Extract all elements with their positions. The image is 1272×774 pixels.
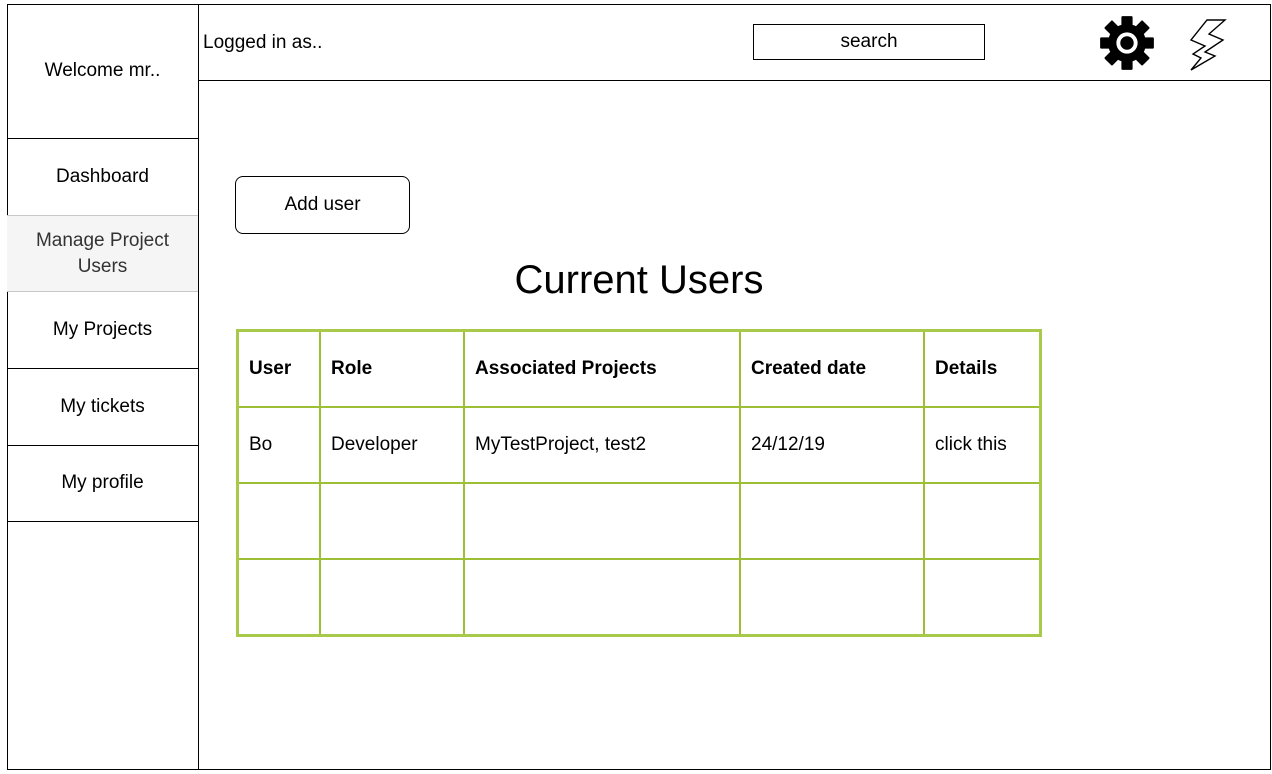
table-header-row: User Role Associated Projects Created da… (236, 329, 1042, 408)
cell-user: Bo (236, 406, 321, 484)
sidebar-item-label: My Projects (52, 319, 153, 341)
cell-user (236, 482, 321, 560)
table-row: Bo Developer MyTestProject, test2 24/12/… (236, 406, 1042, 484)
lightning-icon[interactable] (1185, 18, 1229, 72)
add-user-button[interactable]: Add user (235, 176, 410, 234)
cell-associated-projects (463, 482, 741, 560)
cell-role (319, 482, 465, 560)
cell-user (236, 558, 321, 637)
column-header-associated-projects: Associated Projects (463, 329, 741, 408)
column-header-details: Details (923, 329, 1042, 408)
cell-associated-projects: MyTestProject, test2 (463, 406, 741, 484)
sidebar-item-label: Dashboard (56, 166, 149, 188)
sidebar-item-dashboard[interactable]: Dashboard (7, 139, 198, 216)
sidebar-item-label: Manage Project Users (35, 229, 170, 277)
welcome-text: Welcome mr.. (7, 4, 198, 139)
column-header-user: User (236, 329, 321, 408)
table-row (236, 482, 1042, 560)
sidebar-item-label: My tickets (60, 396, 145, 418)
table-row (236, 558, 1042, 637)
cell-role (319, 558, 465, 637)
users-table: User Role Associated Projects Created da… (236, 329, 1042, 637)
sidebar-item-manage-project-users[interactable]: Manage Project Users (7, 215, 198, 292)
logged-in-text: Logged in as.. (203, 32, 323, 53)
page-title: Current Users (514, 258, 764, 302)
sidebar: Welcome mr.. Dashboard Manage Project Us… (7, 4, 199, 770)
column-header-created-date: Created date (739, 329, 925, 408)
search-input[interactable]: search (753, 24, 985, 60)
sidebar-item-my-profile[interactable]: My profile (7, 445, 198, 522)
cell-created-date (739, 482, 925, 560)
gear-icon[interactable] (1099, 15, 1155, 71)
sidebar-item-my-projects[interactable]: My Projects (7, 292, 198, 369)
sidebar-item-my-tickets[interactable]: My tickets (7, 369, 198, 446)
cell-created-date: 24/12/19 (739, 406, 925, 484)
details-link[interactable]: click this (923, 406, 1042, 484)
details-link (923, 558, 1042, 637)
cell-associated-projects (463, 558, 741, 637)
sidebar-item-label: My profile (61, 472, 144, 494)
details-link (923, 482, 1042, 560)
column-header-role: Role (319, 329, 465, 408)
cell-created-date (739, 558, 925, 637)
header-bar: Logged in as.. search (199, 4, 1271, 81)
cell-role: Developer (319, 406, 465, 484)
